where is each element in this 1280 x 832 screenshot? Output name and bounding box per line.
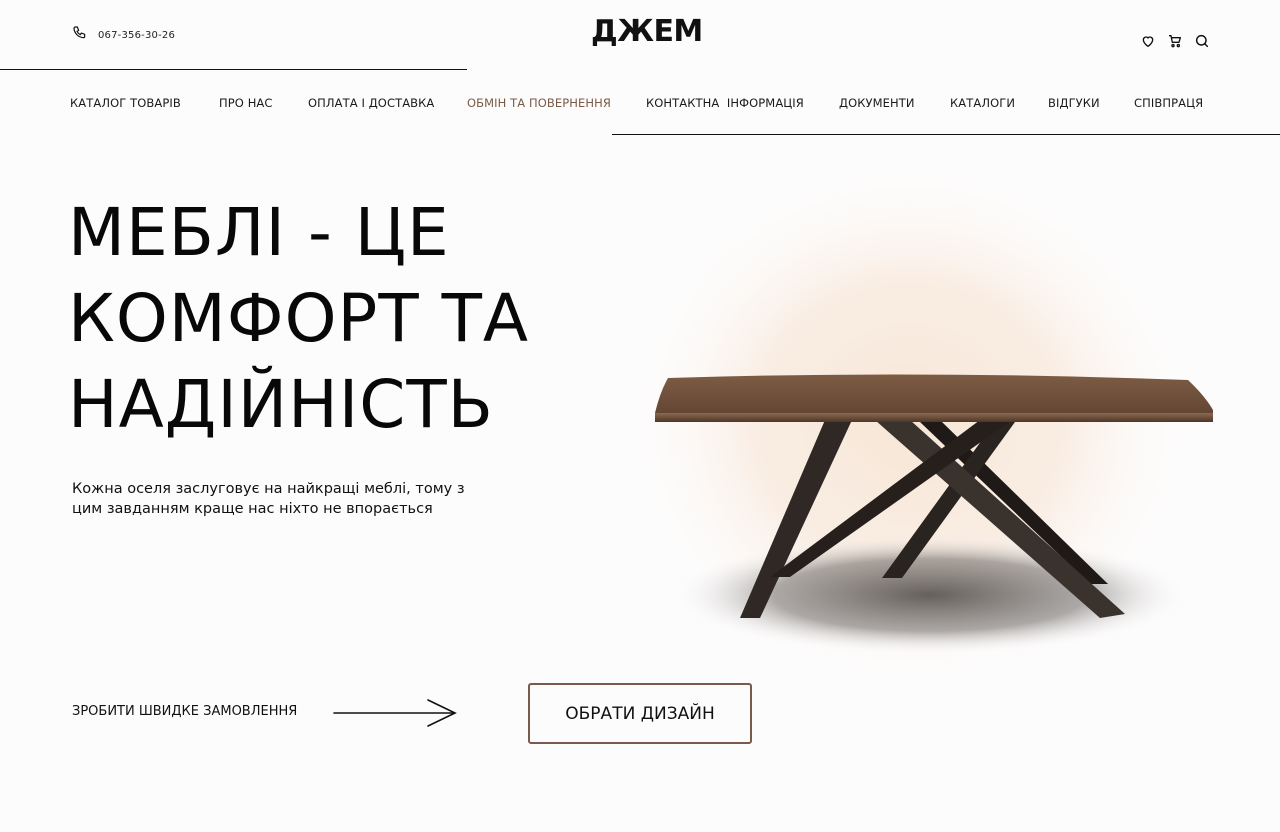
nav-item-documents[interactable]: ДОКУМЕНТИ [839, 96, 915, 110]
nav-item-cooperation[interactable]: СПІВПРАЦЯ [1134, 96, 1203, 110]
nav-item-catalogs[interactable]: КАТАЛОГИ [950, 96, 1015, 110]
nav-item-catalog[interactable]: КАТАЛОГ ТОВАРІВ [70, 96, 181, 110]
hero-subtitle: Кожна оселя заслуговує на найкращі меблі… [72, 481, 465, 517]
nav-item-payment-delivery[interactable]: ОПЛАТА І ДОСТАВКА [308, 96, 434, 110]
header-divider [0, 69, 467, 70]
hero-title-line: КОМФОРТ ТА [68, 280, 530, 357]
phone-icon [72, 25, 88, 46]
hero-title-line: МЕБЛІ - ЦЕ [68, 194, 450, 271]
quick-order-label: ЗРОБИТИ ШВИДКЕ ЗАМОВЛЕННЯ [72, 704, 298, 719]
nav-item-reviews[interactable]: ВІДГУКИ [1048, 96, 1100, 110]
arrow-right-icon [333, 699, 457, 727]
quick-order-link[interactable]: ЗРОБИТИ ШВИДКЕ ЗАМОВЛЕННЯ [72, 699, 457, 727]
header-actions [1140, 33, 1210, 49]
hero-product-image [620, 170, 1240, 710]
nav-item-contacts[interactable]: КОНТАКТНА ІНФОРМАЦІЯ [646, 96, 804, 110]
hero-title: МЕБЛІ - ЦЕ КОМФОРТ ТА НАДІЙНІСТЬ [68, 190, 628, 448]
brand-logo[interactable]: ДЖЕМ [591, 14, 703, 49]
cart-icon[interactable] [1167, 33, 1183, 49]
phone-number[interactable]: 067-356-30-26 [98, 30, 175, 41]
phone-contact[interactable]: 067-356-30-26 [72, 25, 175, 46]
search-icon[interactable] [1194, 33, 1210, 49]
nav-item-about[interactable]: ПРО НАС [219, 96, 273, 110]
nav-divider [612, 134, 1280, 135]
hero-title-line: НАДІЙНІСТЬ [68, 366, 494, 443]
nav-item-exchange-return[interactable]: ОБМІН ТА ПОВЕРНЕННЯ [467, 96, 611, 110]
heart-icon[interactable] [1140, 33, 1156, 49]
main-nav: КАТАЛОГ ТОВАРІВ ПРО НАС ОПЛАТА І ДОСТАВК… [0, 96, 1280, 112]
